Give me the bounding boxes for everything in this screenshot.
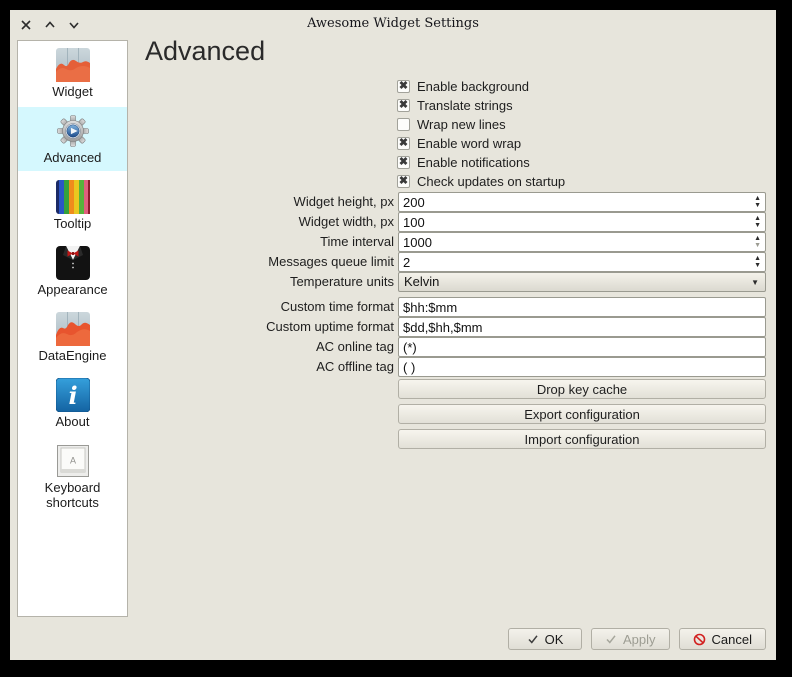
ac-online-tag-input[interactable] [398,337,766,357]
import-configuration-button[interactable]: Import configuration [398,429,766,449]
numeric-settings-section: Widget height, px ▲▼ Widget width, px ▲▼… [10,192,766,292]
custom-uptime-format-input[interactable] [398,317,766,337]
form-row: Messages queue limit ▲▼ [10,252,766,272]
checkbox-box: ✖ [397,80,410,93]
field-label: Widget height, px [294,192,394,212]
checkbox-enable-word-wrap[interactable]: ✖ Enable word wrap [397,134,766,153]
window-title: Awesome Widget Settings [10,16,776,31]
settings-window: Awesome Widget Settings Widg [10,10,776,660]
check-icon [605,633,617,645]
form-row: Custom uptime format [10,317,766,337]
field-label: Messages queue limit [268,252,394,272]
sidebar-item-label: Advanced [44,150,102,165]
cancel-no-icon [693,633,706,646]
check-mark-icon: ✖ [398,80,409,93]
apply-button[interactable]: Apply [591,628,670,650]
checkbox-box: ✖ [397,99,410,112]
desktop: { "window": { "title": "Awesome Widget S… [0,0,792,677]
checkbox-label: Enable background [417,79,529,94]
action-buttons: Drop key cache Export configuration Impo… [398,379,766,454]
spinner-arrows-icon[interactable]: ▲▼ [754,215,761,229]
page-title: Advanced [145,36,265,67]
custom-time-format-input[interactable] [398,297,766,317]
form-row: Temperature units Kelvin ▼ [10,272,766,292]
info-icon: i [56,378,90,412]
checkbox-box: ✖ [397,175,410,188]
checkbox-label: Wrap new lines [417,117,506,132]
form-row: Time interval ▲▼ [10,232,766,252]
sidebar-item-widget[interactable]: Widget [18,41,127,105]
checkbox-box [397,118,410,131]
spinner-arrows-icon[interactable]: ▲▼ [754,235,761,249]
widget-area-chart-icon [56,48,90,82]
widget-width-spinner[interactable] [398,212,766,232]
field-label: Temperature units [290,272,394,292]
checkbox-box: ✖ [397,156,410,169]
form-row: Custom time format [10,297,766,317]
widget-height-spinner[interactable] [398,192,766,212]
messages-queue-limit-spinner[interactable] [398,252,766,272]
time-interval-spinner[interactable] [398,232,766,252]
field-label: Custom time format [281,297,394,317]
checkbox-wrap-new-lines[interactable]: Wrap new lines [397,115,766,134]
check-icon [527,633,539,645]
svg-text:i: i [68,381,77,410]
temperature-units-dropdown[interactable]: Kelvin ▼ [398,272,766,292]
check-mark-icon: ✖ [398,156,409,169]
field-label: AC online tag [316,337,394,357]
drop-key-cache-button[interactable]: Drop key cache [398,379,766,399]
check-mark-icon: ✖ [398,137,409,150]
checkbox-box: ✖ [397,137,410,150]
svg-text:A: A [69,456,75,466]
checkbox-label: Check updates on startup [417,174,565,189]
field-label: Time interval [320,232,394,252]
ac-offline-tag-input[interactable] [398,357,766,377]
check-mark-icon: ✖ [398,175,409,188]
chevron-down-icon: ▼ [751,273,759,293]
titlebar: Awesome Widget Settings [10,10,776,38]
field-label: Widget width, px [299,212,394,232]
apply-button-label: Apply [623,632,656,647]
export-configuration-button[interactable]: Export configuration [398,404,766,424]
gear-icon [56,114,90,148]
sidebar-item-label: About [56,414,90,429]
sidebar-item-about[interactable]: i About [18,371,127,435]
checkbox-enable-notifications[interactable]: ✖ Enable notifications [397,153,766,172]
sidebar-item-keyboard-shortcuts[interactable]: A Keyboard shortcuts [18,437,127,516]
cancel-button-label: Cancel [712,632,752,647]
checkbox-label: Translate strings [417,98,513,113]
keyboard-key-icon: A [56,444,90,478]
checkbox-group: ✖ Enable background ✖ Translate strings … [397,77,766,191]
form-row: AC online tag [10,337,766,357]
check-mark-icon [398,118,409,131]
checkbox-label: Enable word wrap [417,136,521,151]
sidebar-item-advanced[interactable]: Advanced [18,107,127,171]
field-label: AC offline tag [316,357,394,377]
field-label: Custom uptime format [266,317,394,337]
form-row: Widget width, px ▲▼ [10,212,766,232]
sidebar-item-label: Keyboard shortcuts [20,480,125,510]
ok-button-label: OK [545,632,564,647]
spinner-arrows-icon[interactable]: ▲▼ [754,255,761,269]
sidebar-item-label: Widget [52,84,92,99]
cancel-button[interactable]: Cancel [679,628,766,650]
spinner-arrows-icon[interactable]: ▲▼ [754,195,761,209]
checkbox-check-updates-on-startup[interactable]: ✖ Check updates on startup [397,172,766,191]
text-settings-section: Custom time format Custom uptime format … [10,297,766,377]
dropdown-value: Kelvin [404,274,439,289]
form-row: AC offline tag [10,357,766,377]
form-row: Widget height, px ▲▼ [10,192,766,212]
checkbox-label: Enable notifications [417,155,530,170]
dialog-footer: OK Apply Cancel [508,628,766,650]
check-mark-icon: ✖ [398,99,409,112]
ok-button[interactable]: OK [508,628,582,650]
checkbox-enable-background[interactable]: ✖ Enable background [397,77,766,96]
checkbox-translate-strings[interactable]: ✖ Translate strings [397,96,766,115]
